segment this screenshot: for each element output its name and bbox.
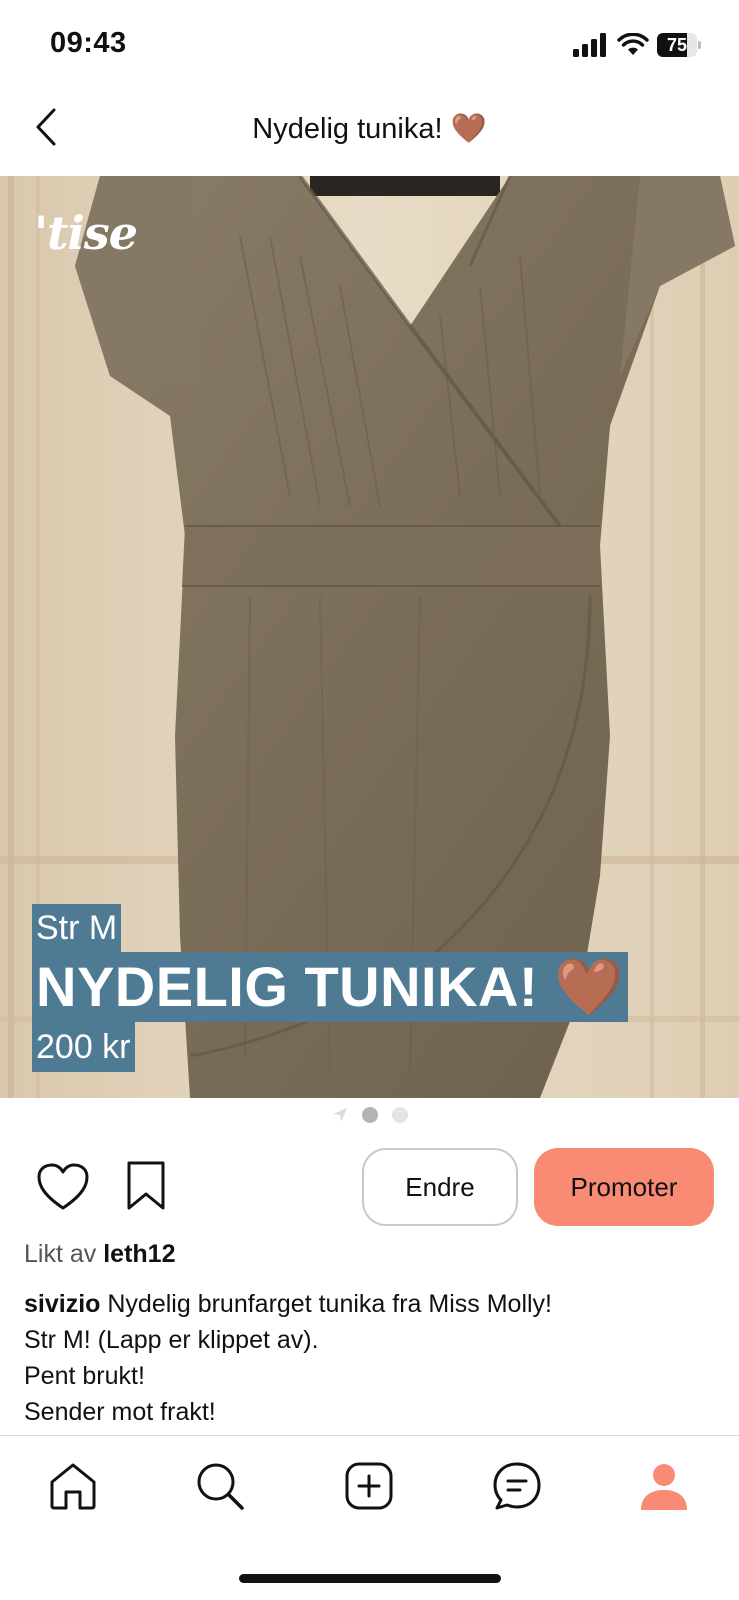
description-line: Sender mot frakt! [24, 1398, 216, 1426]
description-line: Nydelig brunfarget tunika fra Miss Molly… [107, 1290, 552, 1318]
header: Nydelig tunika! 🤎 [0, 88, 739, 176]
search-icon [197, 1463, 244, 1510]
tab-profile[interactable] [636, 1458, 692, 1514]
liked-by[interactable]: Likt av leth12 [24, 1240, 175, 1269]
wifi-icon [617, 33, 649, 55]
home-indicator [239, 1574, 501, 1583]
location-arrow-icon [332, 1108, 347, 1122]
tise-watermark: 'tise [34, 206, 138, 260]
overlay-size: Str M [32, 904, 122, 952]
save-button[interactable] [124, 1160, 168, 1212]
profile-icon [641, 1464, 687, 1510]
status-bar: 09:43 75 [0, 0, 739, 88]
pager-dot-1[interactable] [361, 1107, 378, 1123]
description: sivizio Nydelig brunfarget tunika fra Mi… [24, 1286, 552, 1430]
status-icons: 75 [573, 30, 701, 60]
product-photo[interactable]: 'tise Str M NYDELIG TUNIKA! 🤎 200 kr [0, 176, 739, 1098]
tab-search[interactable] [192, 1458, 248, 1514]
action-bar: Endre Promoter [0, 1146, 739, 1226]
add-icon [345, 1462, 393, 1510]
heart-icon [37, 1163, 89, 1210]
overlay-price: 200 kr [32, 1022, 135, 1072]
messages-icon [493, 1462, 541, 1510]
liked-by-prefix: Likt av [24, 1240, 97, 1268]
description-username[interactable]: sivizio [24, 1290, 100, 1318]
bookmark-icon [127, 1161, 165, 1210]
overlay-title: NYDELIG TUNIKA! 🤎 [32, 952, 629, 1022]
description-line: Str M! (Lapp er klippet av). [24, 1326, 319, 1354]
tab-home[interactable] [45, 1458, 101, 1514]
page-title: Nydelig tunika! 🤎 [252, 113, 487, 145]
tab-messages[interactable] [489, 1458, 545, 1514]
pager-dot-2[interactable] [391, 1107, 408, 1123]
description-line: Pent brukt! [24, 1362, 145, 1390]
image-pager [0, 1106, 739, 1124]
liked-by-user[interactable]: leth12 [103, 1240, 175, 1268]
cellular-signal-icon [573, 33, 606, 57]
tab-bar [0, 1436, 739, 1536]
battery-icon: 75 [657, 33, 701, 57]
like-button[interactable] [36, 1162, 90, 1212]
home-icon [50, 1463, 96, 1510]
edit-button[interactable]: Endre [362, 1148, 518, 1226]
tab-add[interactable] [341, 1458, 397, 1514]
promote-button[interactable]: Promoter [534, 1148, 714, 1226]
battery-level: 75 [666, 35, 688, 55]
status-time: 09:43 [50, 27, 127, 59]
